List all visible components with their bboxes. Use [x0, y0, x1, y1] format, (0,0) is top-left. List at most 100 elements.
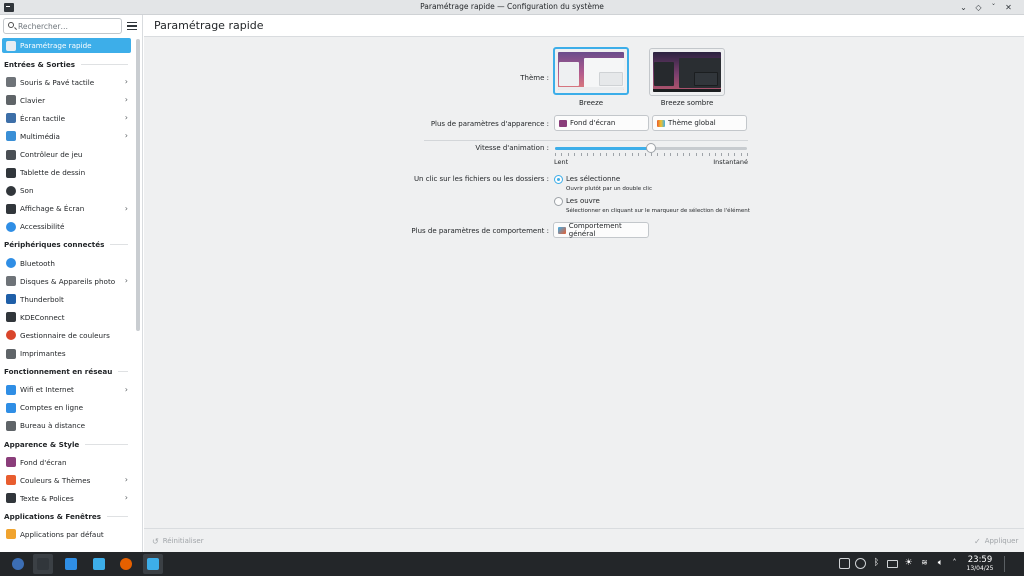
sidebar-item-accessibility[interactable]: Accessibilité — [0, 218, 134, 236]
speaker-icon — [6, 185, 16, 196]
sidebar-item-label: Paramétrage rapide — [20, 41, 92, 50]
taskbar-terminal-icon[interactable] — [33, 554, 53, 574]
keep-above-button[interactable]: ◇ — [973, 2, 984, 13]
sidebar-scrollbar[interactable] — [136, 39, 140, 331]
search-input[interactable] — [18, 20, 118, 32]
option-select-hint: Ouvrir plutôt par un double clic — [566, 186, 652, 192]
option-open-hint: Sélectionner en cliquant sur le marqueur… — [566, 208, 750, 214]
battery-tray-icon[interactable] — [887, 560, 898, 568]
brightness-tray-icon[interactable]: ☀ — [903, 558, 914, 569]
taskbar-folder-icon[interactable] — [89, 554, 109, 574]
general-behavior-icon — [558, 226, 566, 234]
sidebar-item-tablet[interactable]: Tablette de dessin — [0, 164, 134, 182]
sidebar-item-label: Bureau à distance — [20, 421, 86, 431]
sidebar-item-gamepad[interactable]: Contrôleur de jeu — [0, 145, 134, 163]
slider-fill — [555, 147, 651, 150]
sidebar-item-label: Thunderbolt — [20, 294, 64, 304]
search-box[interactable] — [3, 18, 122, 34]
sidebar-item-label: Wifi et Internet — [20, 385, 74, 395]
chevron-right-icon: › — [124, 77, 128, 87]
sidebar-item-display[interactable]: Affichage & Écran › — [0, 200, 134, 218]
taskbar: ᛒ ☀ ≋ 🔈︎ ˄ 23:59 13/04/25 — [0, 552, 1024, 576]
discover-icon — [65, 558, 77, 570]
sidebar-item-fonts[interactable]: Texte & Polices › — [0, 489, 134, 507]
sidebar-item-label: Multimédia — [20, 131, 60, 141]
sidebar-item-disk[interactable]: Disques & Appareils photo › — [0, 272, 134, 290]
thunderbolt-icon — [6, 294, 16, 305]
theme-card-breeze[interactable] — [553, 47, 629, 95]
apply-button-label: Appliquer — [984, 537, 1019, 545]
radio-open-on-click[interactable] — [554, 197, 563, 206]
sidebar-item-label: Texte & Polices — [20, 493, 74, 503]
discover-updates-tray-icon[interactable] — [855, 558, 866, 569]
reset-icon: ↺ — [152, 536, 159, 546]
close-button[interactable]: ✕ — [1003, 2, 1014, 13]
taskbar-settings-icon[interactable] — [143, 554, 163, 574]
apply-button[interactable]: ✓ Appliquer — [970, 533, 1020, 549]
terminal-icon — [37, 558, 49, 570]
bluetooth-tray-icon[interactable]: ᛒ — [871, 558, 882, 569]
show-hidden-icons-chevron-icon[interactable]: ˄ — [949, 558, 960, 569]
color-wheel-icon — [6, 330, 16, 341]
global-theme-button-label: Thème global — [668, 119, 716, 127]
sidebar-item-thunderbolt[interactable]: Thunderbolt — [0, 290, 134, 308]
animation-min-label: Lent — [554, 158, 569, 166]
show-desktop-divider[interactable] — [1004, 556, 1005, 572]
animation-speed-slider[interactable] — [555, 143, 748, 156]
sidebar-item-palette[interactable]: Couleurs & Thèmes › — [0, 471, 134, 489]
default-apps-icon — [6, 529, 16, 540]
sidebar-item-color-wheel[interactable]: Gestionnaire de couleurs — [0, 326, 134, 344]
palette-icon — [657, 119, 665, 127]
clock[interactable]: 23:59 13/04/25 — [962, 555, 998, 573]
sidebar-section-heading: Applications & Fenêtres — [0, 507, 134, 525]
sidebar-item-label: Comptes en ligne — [20, 403, 84, 413]
sidebar-item-default-apps[interactable]: Applications par défaut — [0, 525, 134, 543]
taskbar-discover-icon[interactable] — [61, 554, 81, 574]
chevron-right-icon: › — [124, 384, 128, 394]
sidebar-item-remote-desktop[interactable]: Bureau à distance — [0, 417, 134, 435]
sidebar-item-bluetooth[interactable]: Bluetooth — [0, 254, 134, 272]
sidebar-item-mouse[interactable]: Souris & Pavé tactile › — [0, 73, 134, 91]
sidebar-item-label: Applications par défaut — [20, 529, 104, 539]
sidebar-item-quick-settings[interactable]: Paramétrage rapide — [2, 38, 131, 53]
behavior-label: Plus de paramètres de comportement : — [411, 227, 549, 235]
slider-handle[interactable] — [646, 143, 656, 153]
hamburger-menu-icon[interactable] — [127, 22, 137, 31]
global-theme-button[interactable]: Thème global — [652, 115, 747, 131]
sidebar-item-printer[interactable]: Imprimantes — [0, 345, 134, 363]
sidebar-item-online-accounts[interactable]: Comptes en ligne — [0, 399, 134, 417]
volume-tray-icon[interactable]: 🔈︎ — [935, 558, 946, 569]
firefox-icon — [120, 558, 132, 570]
window-menu-button[interactable]: ⌄ — [958, 2, 969, 13]
accessories-tray-icon[interactable] — [839, 558, 850, 569]
accessibility-icon — [6, 221, 16, 232]
sidebar: Paramétrage rapide Entrées & SortiesSour… — [0, 15, 143, 552]
display-icon — [6, 203, 16, 214]
sidebar-item-wallpaper[interactable]: Fond d'écran — [0, 453, 134, 471]
reset-button[interactable]: ↺ Réinitialiser — [148, 533, 206, 549]
fonts-icon — [6, 493, 16, 504]
sidebar-item-speaker[interactable]: Son — [0, 182, 134, 200]
sidebar-item-multimedia[interactable]: Multimédia › — [0, 127, 134, 145]
taskbar-firefox-icon[interactable] — [116, 554, 136, 574]
sidebar-item-kdeconnect[interactable]: KDEConnect — [0, 308, 134, 326]
window-title: Paramétrage rapide — Configuration du sy… — [420, 2, 604, 11]
minimize-button[interactable]: ˇ — [988, 2, 999, 13]
general-behavior-button[interactable]: Comportement général — [553, 222, 649, 238]
chevron-right-icon: › — [124, 131, 128, 141]
radio-select-on-click[interactable] — [554, 175, 563, 184]
theme-card-breeze-dark[interactable] — [649, 48, 725, 96]
check-icon: ✓ — [974, 536, 981, 546]
option-select-label[interactable]: Les sélectionne — [566, 175, 620, 183]
quick-settings-icon — [6, 40, 16, 51]
wallpaper-button[interactable]: Fond d'écran — [554, 115, 649, 131]
wifi-tray-icon[interactable]: ≋ — [919, 558, 930, 569]
taskbar-fedora-icon[interactable] — [8, 554, 28, 574]
theme-label: Thème : — [520, 74, 549, 82]
wifi-globe-icon — [6, 384, 16, 395]
appearance-label: Plus de paramètres d'apparence : — [430, 120, 549, 128]
sidebar-item-keyboard[interactable]: Clavier › — [0, 91, 134, 109]
sidebar-item-touchscreen[interactable]: Écran tactile › — [0, 109, 134, 127]
sidebar-item-wifi-globe[interactable]: Wifi et Internet › — [0, 381, 134, 399]
option-open-label[interactable]: Les ouvre — [566, 197, 600, 205]
